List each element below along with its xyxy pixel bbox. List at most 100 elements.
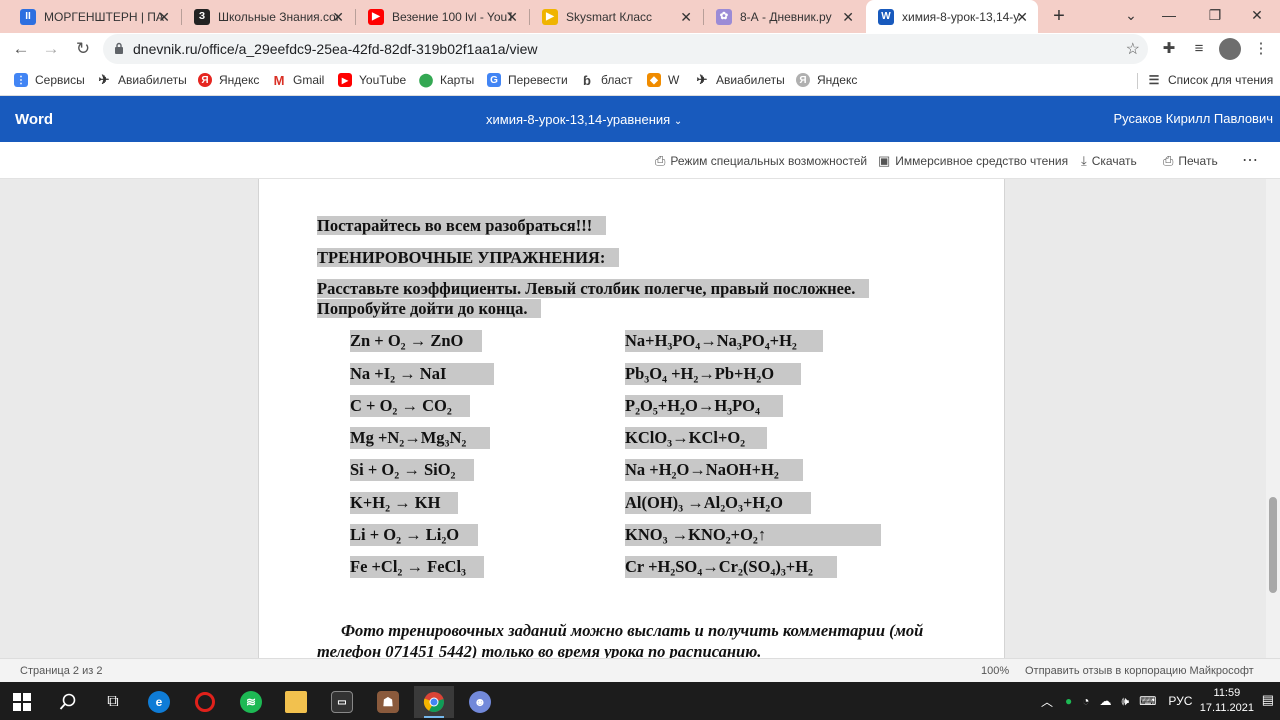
- tab-znania[interactable]: З Школьные Знания.com ✕: [182, 0, 354, 33]
- back-button[interactable]: ←: [10, 38, 32, 60]
- bookmark-aviabilety-2[interactable]: ✈ Авиабилеты: [695, 71, 785, 89]
- new-tab-button[interactable]: +: [1047, 4, 1071, 28]
- bookmark-maps[interactable]: ⬤ Карты: [419, 71, 474, 89]
- bookmark-gmail[interactable]: M Gmail: [272, 71, 325, 89]
- start-button[interactable]: [2, 686, 42, 718]
- tab-morgenshtern[interactable]: II МОРГЕНШТЕРН | ПАБ ✕: [8, 0, 180, 33]
- apps-icon: ⋮: [14, 73, 28, 87]
- pause-icon: II: [20, 8, 36, 25]
- notifications-icon[interactable]: ▤: [1262, 692, 1274, 708]
- tab-youtube[interactable]: ▶ Везение 100 lvl - YouTube ✕: [356, 0, 528, 33]
- equation-right: KClO₃→KCl+O₂: [625, 427, 767, 449]
- accessibility-mode-button[interactable]: ⎙ Режим специальных возможностей: [655, 153, 867, 169]
- keyboard-icon[interactable]: ⌨: [1139, 694, 1156, 708]
- taskbar-opera[interactable]: [185, 686, 225, 718]
- forward-button[interactable]: →: [40, 38, 62, 60]
- scrollbar-thumb[interactable]: [1269, 497, 1277, 593]
- network-icon[interactable]: ◔: [1082, 694, 1089, 708]
- search-button[interactable]: [48, 686, 88, 718]
- user-name[interactable]: Русаков Кирилл Павлович: [1113, 111, 1273, 126]
- restore-button[interactable]: ❐: [1192, 0, 1238, 33]
- equation-right: Pb₃O₄ +H₂→Pb+H₂O: [625, 363, 801, 385]
- bookmark-label: Яндекс: [817, 73, 858, 87]
- dnevnik-icon: ✿: [716, 8, 732, 25]
- bookmark-services[interactable]: ⋮ Сервисы: [14, 71, 85, 89]
- minimize-button[interactable]: —: [1146, 0, 1192, 33]
- taskbar-spotify[interactable]: ≋: [231, 686, 271, 718]
- profile-avatar[interactable]: [1219, 38, 1241, 60]
- task-view-icon: ⧉: [107, 693, 119, 710]
- taskbar-chrome[interactable]: [414, 686, 454, 718]
- bookmark-w[interactable]: ◆ W: [647, 71, 679, 89]
- task-view-button[interactable]: ⧉: [93, 686, 133, 718]
- exercises-heading: ТРЕНИРОВОЧНЫЕ УПРАЖНЕНИЯ:: [317, 248, 620, 268]
- exercises-heading-text: ТРЕНИРОВОЧНЫЕ УПРАЖНЕНИЯ:: [317, 248, 620, 267]
- volume-icon[interactable]: 🕪: [1122, 694, 1130, 709]
- bookmark-translate[interactable]: G Перевести: [487, 71, 568, 89]
- bookmark-label: Яндекс: [219, 73, 260, 87]
- reading-list[interactable]: ☰ Список для чтения: [1147, 71, 1274, 89]
- instructions-text-1: Расставьте коэффициенты. Левый столбик п…: [317, 279, 870, 298]
- zoom-level[interactable]: 100%: [981, 665, 1009, 677]
- tab-title: Везение 100 lvl - YouTube: [392, 9, 512, 24]
- url-text: dnevnik.ru/office/a_29eefdc9-25ea-42fd-8…: [133, 41, 538, 57]
- youtube-icon: ▶: [338, 73, 352, 87]
- bookmark-youtube[interactable]: ▶ YouTube: [338, 71, 406, 89]
- media-control-icon[interactable]: ≡: [1189, 39, 1209, 59]
- chevron-up-icon[interactable]: ︿: [1041, 693, 1053, 710]
- reload-button[interactable]: ↻: [72, 38, 94, 60]
- bookmark-yandex-2[interactable]: Я Яндекс: [796, 71, 857, 89]
- taskbar-terminal[interactable]: ▭: [322, 686, 362, 718]
- maps-icon: ⬤: [418, 72, 434, 87]
- tab-skysmart[interactable]: ▶ Skysmart Класс ✕: [530, 0, 702, 33]
- accessibility-icon: ⎙: [655, 153, 666, 168]
- language-indicator[interactable]: РУС: [1168, 694, 1192, 708]
- spotify-icon: ≋: [240, 691, 262, 713]
- document-canvas[interactable]: Постарайтесь во всем разобраться!!! ТРЕН…: [0, 179, 1280, 658]
- clock[interactable]: 11:59 17.11.2021: [1200, 686, 1254, 716]
- bookmark-label: Авиабилеты: [716, 73, 785, 87]
- bookmark-label: бласт: [601, 73, 633, 87]
- close-icon[interactable]: ✕: [332, 9, 344, 26]
- bookmark-yandex[interactable]: Я Яндекс: [198, 71, 259, 89]
- bookmark-aviabilety[interactable]: ✈ Авиабилеты: [97, 71, 187, 89]
- equation-left: Zn + O₂ → ZnO: [350, 330, 482, 352]
- close-icon[interactable]: ✕: [1016, 9, 1028, 26]
- discord-icon: ☻: [469, 691, 491, 713]
- more-menu-icon[interactable]: ⋮: [1251, 39, 1271, 59]
- tab-dnevnik[interactable]: ✿ 8-А - Дневник.ру ✕: [704, 0, 864, 33]
- system-tray: ︿ ● ◔ ☁ 🕪 ⌨ РУС: [1041, 682, 1192, 720]
- tab-word-document[interactable]: W химия-8-урок-13,14-уравнения ✕: [866, 0, 1038, 33]
- bookmark-star-icon[interactable]: ☆: [1126, 39, 1140, 59]
- equation-right: Al(OH)₃ →Al₂O₃+H₂O: [625, 492, 811, 514]
- taskbar-explorer[interactable]: [276, 686, 316, 718]
- close-icon[interactable]: ✕: [158, 9, 170, 26]
- bookmark-label: Авиабилеты: [118, 73, 187, 87]
- print-button[interactable]: ⎙ Печать: [1163, 153, 1218, 169]
- address-bar[interactable]: dnevnik.ru/office/a_29eefdc9-25ea-42fd-8…: [103, 34, 1148, 64]
- close-icon[interactable]: ✕: [506, 9, 518, 26]
- close-icon[interactable]: ✕: [842, 9, 854, 26]
- download-button[interactable]: ⤓ Скачать: [1081, 153, 1137, 169]
- reading-list-icon: ☰: [1148, 73, 1160, 87]
- accessibility-label: Режим специальных возможностей: [670, 154, 868, 168]
- immersive-reader-button[interactable]: ▣ Иммерсивное средство чтения: [878, 153, 1068, 169]
- document-title[interactable]: химия-8-урок-13,14-уравнения ⌄: [486, 112, 682, 127]
- spotify-tray-icon[interactable]: ●: [1065, 694, 1072, 708]
- taskbar-game[interactable]: ☗: [368, 686, 408, 718]
- close-icon[interactable]: ✕: [680, 9, 692, 26]
- extensions-icon[interactable]: ✚: [1159, 39, 1179, 59]
- vertical-scrollbar[interactable]: [1266, 179, 1280, 658]
- taskbar-edge[interactable]: e: [139, 686, 179, 718]
- word-app-name[interactable]: Word: [15, 111, 53, 128]
- cloud-icon[interactable]: ☁: [1100, 694, 1112, 708]
- tab-title: Школьные Знания.com: [218, 9, 338, 24]
- close-window-button[interactable]: ✕: [1234, 0, 1280, 33]
- bookmark-blast[interactable]: ɓ бласт: [580, 71, 633, 89]
- youtube-icon: ▶: [368, 8, 384, 25]
- taskbar-discord[interactable]: ☻: [460, 686, 500, 718]
- equation-left: Si + O₂ → SiO₂: [350, 459, 474, 481]
- feedback-link[interactable]: Отправить отзыв в корпорацию Майкрософт: [1025, 665, 1254, 677]
- more-options-icon[interactable]: ⋯: [1242, 150, 1258, 170]
- word-header: Word химия-8-урок-13,14-уравнения ⌄ Руса…: [0, 96, 1280, 142]
